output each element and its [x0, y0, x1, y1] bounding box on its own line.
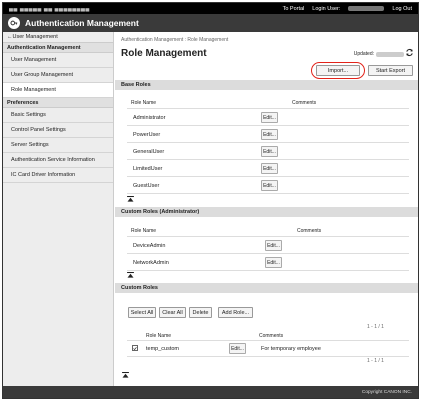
clear-all-button[interactable]: Clear All	[159, 307, 186, 318]
sidebar-item-user-group-management[interactable]: User Group Management	[3, 68, 113, 83]
edit-button-poweruser[interactable]: Edit...	[261, 129, 278, 140]
sidebar-item-server-settings[interactable]: Server Settings	[3, 138, 113, 153]
main-content: Authentication Management : Role Managem…	[115, 32, 418, 388]
import-button[interactable]: Import...	[316, 65, 360, 76]
to-portal-link[interactable]: To Portal	[283, 6, 305, 12]
updated-label: Updated:	[353, 51, 374, 57]
sidebar-item-user-management[interactable]: User Management	[3, 53, 113, 68]
edit-button-networkadmin[interactable]: Edit...	[265, 257, 282, 268]
login-user-label: Login User:	[312, 5, 341, 12]
custom-admin-col-name: Role Name	[131, 228, 157, 234]
updated-info: Updated:	[354, 51, 404, 57]
page-title: Role Management	[121, 48, 207, 59]
sidebar-item-control-panel-settings[interactable]: Control Panel Settings	[3, 123, 113, 138]
check-icon	[133, 346, 137, 350]
custom-roles-col-name: Role Name	[146, 333, 172, 339]
sidebar-group-preferences: Preferences	[3, 98, 113, 108]
copyright: Copyright CANON INC.	[361, 389, 412, 395]
sidebar-back-user-management[interactable]: ← User Management	[3, 32, 113, 43]
role-name: Administrator	[133, 115, 166, 121]
edit-button-administrator[interactable]: Edit...	[261, 112, 278, 123]
role-name: DeviceAdmin	[133, 243, 166, 249]
divider	[127, 108, 409, 109]
edit-button-temp-custom[interactable]: Edit...	[229, 343, 246, 354]
sidebar-item-authentication-service-information[interactable]: Authentication Service Information	[3, 153, 113, 168]
custom-admin-col-comments: Comments	[297, 228, 322, 234]
footer: Copyright CANON INC.	[3, 386, 418, 398]
edit-button-generaluser[interactable]: Edit...	[261, 146, 278, 157]
role-name: GeneralUser	[133, 149, 165, 155]
collapse-to-top-icon[interactable]	[127, 272, 134, 278]
sidebar-item-role-management[interactable]: Role Management	[3, 83, 113, 98]
updated-time-redacted	[376, 51, 404, 57]
divider	[127, 340, 409, 341]
divider	[127, 270, 409, 271]
refresh-icon[interactable]	[405, 48, 414, 57]
role-name: PowerUser	[133, 132, 161, 138]
role-name: temp_custom	[146, 346, 180, 352]
role-comment: For temporary employee	[261, 346, 321, 352]
login-user-name-redacted	[348, 6, 385, 11]
collapse-to-top-icon[interactable]	[122, 372, 129, 378]
select-all-button[interactable]: Select All	[128, 307, 156, 318]
divider	[127, 356, 409, 357]
custom-admin-roles-section-header: Custom Roles (Administrator)	[115, 207, 418, 217]
app-header: Authentication Management	[3, 14, 418, 32]
role-name: GuestUser	[133, 183, 160, 189]
add-role-button[interactable]: Add Role...	[218, 307, 253, 318]
delete-button[interactable]: Delete	[189, 307, 212, 318]
edit-button-deviceadmin[interactable]: Edit...	[265, 240, 282, 251]
base-roles-col-name: Role Name	[131, 100, 157, 106]
app-title: Authentication Management	[25, 18, 139, 28]
page-count: 1 - 1 / 1	[367, 324, 384, 330]
edit-button-guestuser[interactable]: Edit...	[261, 180, 278, 191]
custom-roles-section-header: Custom Roles	[115, 283, 418, 293]
collapse-to-top-icon[interactable]	[127, 196, 134, 202]
base-roles-col-comments: Comments	[292, 100, 317, 106]
role-name: LimitedUser	[133, 166, 163, 172]
sidebar-item-basic-settings[interactable]: Basic Settings	[3, 108, 113, 123]
app-window: ▄▄ ▄▄▄▄▄ ▄▄ ▄▄▄▄▄▄▄▄ To Portal Login Use…	[2, 2, 419, 399]
divider	[127, 176, 409, 177]
custom-roles-col-comments: Comments	[259, 333, 284, 339]
row-checkbox[interactable]	[132, 345, 138, 351]
top-bar: ▄▄ ▄▄▄▄▄ ▄▄ ▄▄▄▄▄▄▄▄ To Portal Login Use…	[3, 3, 418, 14]
sidebar: ← User Management Authentication Managem…	[3, 32, 114, 388]
divider	[127, 159, 409, 160]
divider	[127, 253, 409, 254]
edit-button-limiteduser[interactable]: Edit...	[261, 163, 278, 174]
key-icon	[8, 17, 20, 29]
divider	[127, 142, 409, 143]
sidebar-item-ic-card-driver-information[interactable]: IC Card Driver Information	[3, 168, 113, 183]
device-name: ▄▄ ▄▄▄▄▄ ▄▄ ▄▄▄▄▄▄▄▄	[9, 5, 90, 12]
role-name: NetworkAdmin	[133, 260, 169, 266]
breadcrumb: Authentication Management : Role Managem…	[121, 37, 229, 43]
divider	[127, 193, 409, 194]
logout-link[interactable]: Log Out	[392, 6, 412, 12]
divider	[127, 236, 409, 237]
base-roles-section-header: Base Roles	[115, 80, 418, 90]
page-count: 1 - 1 / 1	[367, 358, 384, 364]
divider	[127, 125, 409, 126]
sidebar-group-authentication-management: Authentication Management	[3, 43, 113, 53]
start-export-button[interactable]: Start Export	[368, 65, 413, 76]
sidebar-back-label: User Management	[12, 34, 58, 40]
